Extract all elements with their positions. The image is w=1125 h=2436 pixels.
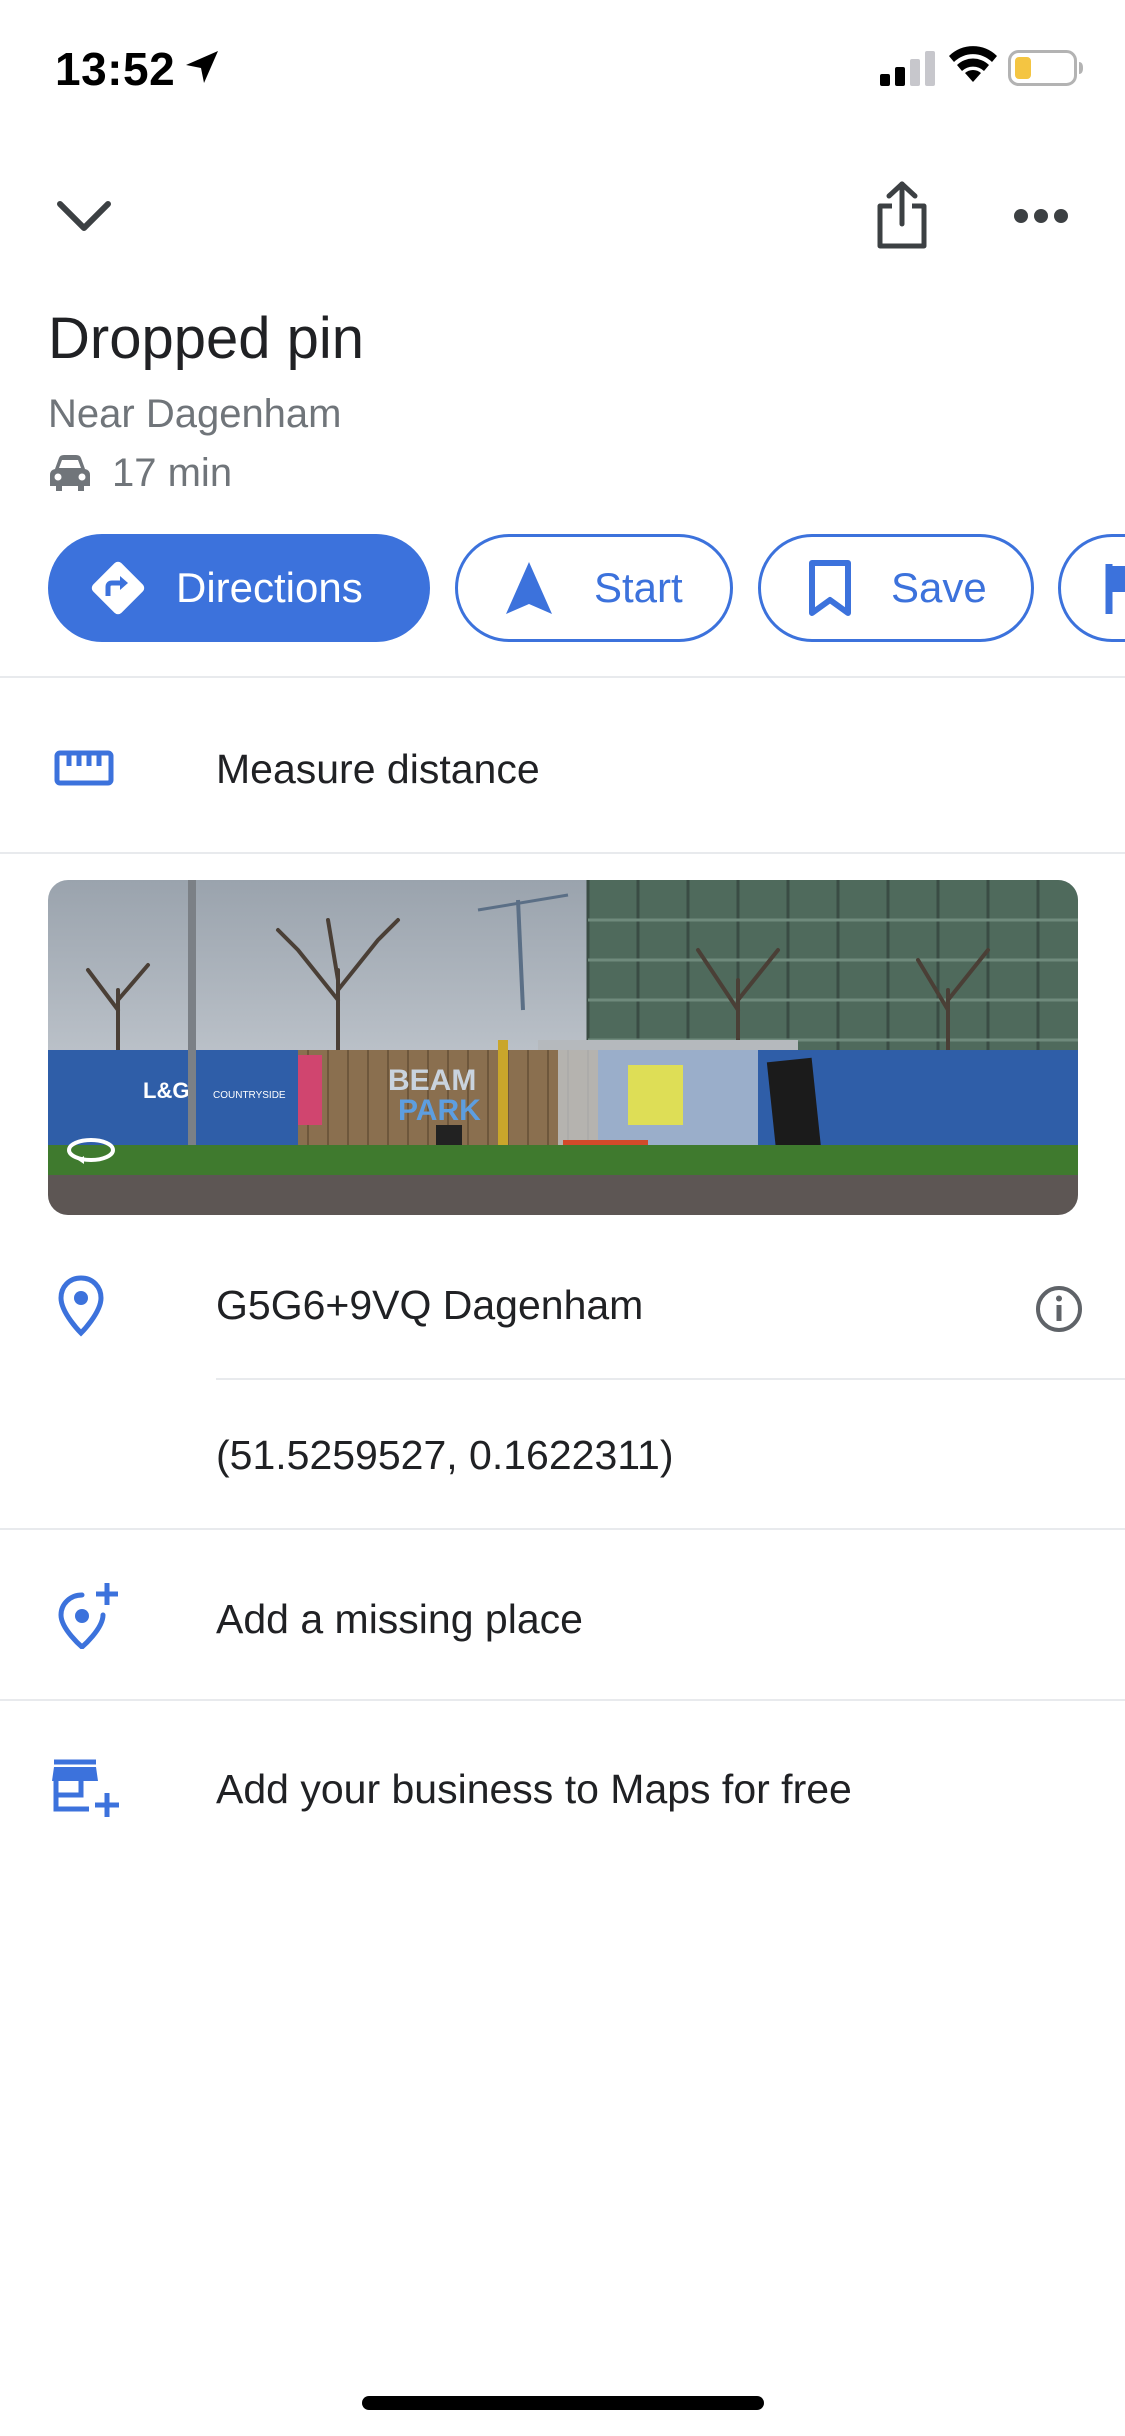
location-pin-icon [56,1274,106,1338]
share-icon [877,181,927,249]
place-sheet: 13:52 Dropped pin Near Dagenham 17 min D… [0,0,1125,2436]
more-options-button[interactable] [1003,180,1079,252]
divider [0,676,1125,678]
measure-distance-row[interactable]: Measure distance [216,746,540,793]
street-view-photo: L&G COUNTRYSIDE BEAM PARK [48,880,1078,1215]
share-button[interactable] [862,175,942,255]
place-title: Dropped pin [48,306,364,371]
car-icon [50,455,90,491]
plus-code[interactable]: G5G6+9VQ Dagenham [216,1282,643,1329]
sv-sign-2: COUNTRYSIDE [213,1090,286,1101]
place-subtitle: Near Dagenham [48,392,342,436]
bookmark-icon [807,558,853,618]
sv-sign-1: L&G [143,1078,189,1103]
label-button[interactable] [1058,534,1125,642]
start-label: Start [594,564,683,611]
add-missing-place-row[interactable]: Add a missing place [216,1596,583,1643]
info-icon [1036,1286,1082,1332]
flag-icon [1103,558,1125,618]
wifi-icon [949,46,997,82]
chevron-down-icon [57,201,111,231]
street-view-image[interactable]: L&G COUNTRYSIDE BEAM PARK [48,880,1078,1215]
sv-sign-3: BEAM [388,1064,476,1097]
save-label: Save [891,564,987,611]
directions-button[interactable]: Directions [48,534,430,642]
battery-icon [1008,50,1083,86]
divider [0,1699,1125,1701]
home-indicator[interactable] [362,2396,764,2410]
more-horizontal-icon [1014,209,1068,223]
info-button[interactable] [1032,1282,1086,1336]
ruler-icon [52,748,116,788]
divider [216,1378,1125,1380]
add-location-icon [54,1580,120,1650]
save-button[interactable]: Save [758,534,1034,642]
location-services-icon [186,51,218,83]
collapse-button[interactable] [48,180,120,252]
action-chips: Directions Start Save [0,534,1125,642]
status-time: 13:52 [55,43,176,95]
navigation-arrow-icon [504,558,554,618]
directions-icon [88,558,148,618]
sv-sign-4: PARK [398,1094,481,1127]
status-bar: 13:52 [0,0,1125,140]
directions-label: Directions [176,564,363,611]
drive-time-row: 17 min [48,448,232,498]
drive-time: 17 min [112,450,233,495]
cellular-signal-icon [880,51,935,86]
add-business-icon [50,1758,122,1820]
divider [0,1528,1125,1530]
add-business-row[interactable]: Add your business to Maps for free [216,1766,852,1813]
coordinates[interactable]: (51.5259527, 0.1622311) [216,1432,673,1479]
street-view-360-icon [67,1138,115,1164]
start-button[interactable]: Start [455,534,733,642]
divider [0,852,1125,854]
